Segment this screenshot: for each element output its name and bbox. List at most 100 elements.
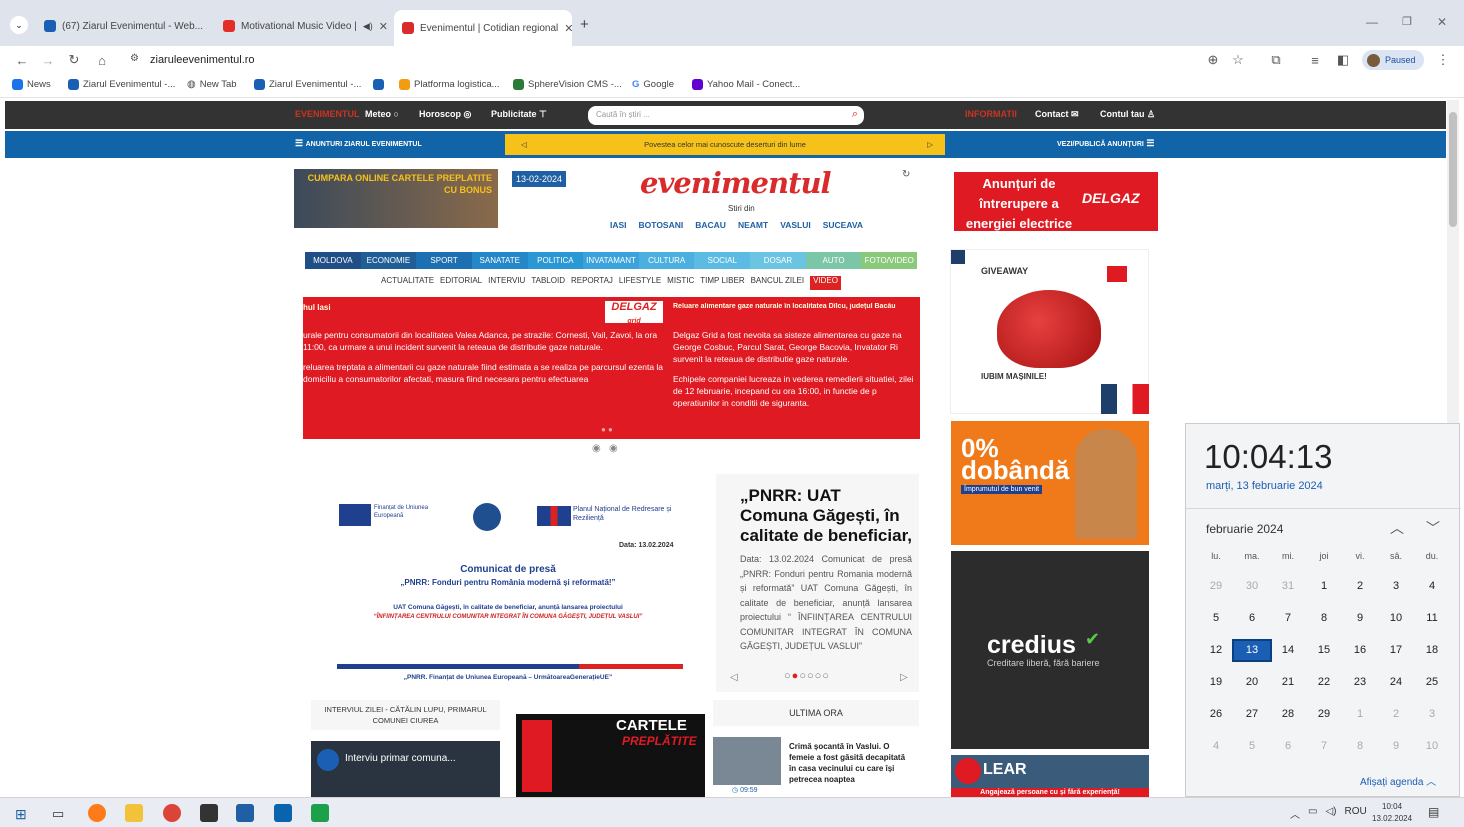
latest-news-item[interactable]: Crimă șocantă în Vaslui. O femeie a fost…	[789, 741, 911, 785]
subnav-bancul-zilei[interactable]: BANCUL ZILEI	[751, 276, 805, 290]
calendar-day-today[interactable]: 13	[1232, 639, 1272, 662]
horoscop-link[interactable]: Horoscop ◎	[419, 109, 471, 120]
close-icon[interactable]: ✕	[564, 22, 572, 35]
subnav-interviu[interactable]: INTERVIU	[488, 276, 525, 290]
nav-politica[interactable]: POLITICA	[527, 252, 584, 269]
calendar-day[interactable]: 6	[1234, 609, 1270, 628]
interview-video[interactable]: Interviu primar comuna...	[311, 741, 500, 797]
headline-card[interactable]: „PNRR: UAT Comuna Găgești, în calitate d…	[716, 474, 919, 692]
calendar-day[interactable]: 8	[1306, 609, 1342, 628]
search-icon[interactable]: ⌕	[852, 108, 858, 121]
city-vaslui[interactable]: VASLUI	[780, 220, 811, 230]
calendar-day[interactable]: 2	[1378, 705, 1414, 724]
calendar-day[interactable]: 22	[1306, 673, 1342, 692]
calendar-day[interactable]: 16	[1342, 641, 1378, 660]
announcements-right-link[interactable]: VEZI/PUBLICĂ ANUNȚURI ☰	[1057, 138, 1154, 149]
lear-ad[interactable]: LEAR Angajează persoane cu și fără exper…	[951, 755, 1149, 797]
contact-link[interactable]: Contact ✉	[1035, 109, 1079, 120]
prepaid-cards-banner[interactable]: CUMPARA ONLINE CARTELE PREPLATITE CU BON…	[294, 169, 498, 228]
subnav-video[interactable]: VIDEO	[810, 276, 841, 290]
nav-dosar[interactable]: DOSAR	[750, 252, 806, 269]
calendar-day[interactable]: 20	[1234, 673, 1270, 692]
calendar-day[interactable]: 9	[1378, 737, 1414, 756]
calendar-day[interactable]: 31	[1270, 577, 1306, 596]
nav-economie[interactable]: ECONOMIE	[360, 252, 417, 269]
calendar-day[interactable]: 4	[1198, 737, 1234, 756]
language-indicator[interactable]: ROU	[1344, 806, 1366, 821]
bookmark-platforma[interactable]: Platforma logistica...	[399, 79, 500, 90]
calendar-day[interactable]: 1	[1306, 577, 1342, 596]
media-icon[interactable]: ≡	[1305, 50, 1325, 70]
minimize-button[interactable]: —	[1366, 15, 1378, 29]
calendar-day[interactable]: 27	[1234, 705, 1270, 724]
subnav-reportaj[interactable]: REPORTAJ	[571, 276, 613, 290]
zoom-icon[interactable]: ⊕	[1203, 50, 1223, 70]
headline-next-icon[interactable]: ▷	[900, 672, 908, 683]
calendar-day[interactable]: 1	[1342, 705, 1378, 724]
start-icon[interactable]: ⊞	[15, 806, 27, 823]
subnav-timp-liber[interactable]: TIMP LIBER	[700, 276, 744, 290]
bookmark-google[interactable]: G Google	[632, 79, 674, 90]
file-explorer-icon[interactable]	[125, 804, 143, 822]
menu-icon[interactable]: ⋮	[1433, 50, 1453, 70]
slider-controls[interactable]: ◉ ◉	[592, 443, 618, 454]
city-suceava[interactable]: SUCEAVA	[823, 220, 863, 230]
calendar-month-label[interactable]: februarie 2024	[1206, 522, 1283, 536]
network-icon[interactable]: ▭	[1308, 806, 1317, 821]
extensions-icon[interactable]: ⧉	[1266, 50, 1286, 70]
calendar-day[interactable]: 30	[1234, 577, 1270, 596]
save-icon[interactable]	[236, 804, 254, 822]
tab-evenimentul-active[interactable]: Evenimentul | Cotidian regional ✕	[394, 10, 572, 46]
nav-auto[interactable]: AUTO	[805, 252, 862, 269]
headline-dots[interactable]: ○●○○○○	[784, 670, 830, 682]
subnav-mistic[interactable]: MISTIC	[667, 276, 694, 290]
calendar-day[interactable]: 6	[1270, 737, 1306, 756]
tab-music-video[interactable]: Motivational Music Video | ◀) ✕	[215, 12, 390, 40]
store-icon[interactable]	[200, 804, 218, 822]
tab-evenimentul-web[interactable]: (67) Ziarul Evenimentul - Web... ✕	[36, 12, 210, 40]
calendar-day[interactable]: 7	[1306, 737, 1342, 756]
interview-label[interactable]: INTERVIUL ZILEI - CĂTĂLIN LUPU, PRIMARUL…	[311, 700, 500, 730]
clock-date-link[interactable]: marți, 13 februarie 2024	[1206, 480, 1323, 492]
credius-ad[interactable]: credius ✔ Creditare liberă, fără bariere	[951, 551, 1149, 749]
bookmark-spherevision[interactable]: SphereVision CMS -...	[513, 79, 622, 90]
profile-button[interactable]: Paused	[1362, 50, 1424, 70]
meteo-link[interactable]: Meteo ○	[365, 109, 399, 119]
headline-title[interactable]: „PNRR: UAT Comuna Găgești, în calitate d…	[740, 486, 912, 546]
subnav-actualitate[interactable]: ACTUALITATE	[381, 276, 434, 290]
nav-sanatate[interactable]: SANATATE	[471, 252, 528, 269]
announcements-left-link[interactable]: ☰ ANUNTURI ZIARUL EVENIMENTUL	[295, 138, 422, 149]
calendar-day[interactable]: 3	[1378, 577, 1414, 596]
calendar-day[interactable]: 12	[1198, 641, 1234, 660]
notifications-icon[interactable]: ▤	[1428, 805, 1439, 819]
excel-icon[interactable]	[311, 804, 329, 822]
chrome-icon[interactable]	[163, 804, 181, 822]
bookmark-new-tab[interactable]: ◍ New Tab	[187, 79, 237, 90]
close-window-button[interactable]: ✕	[1437, 15, 1447, 29]
calendar-day[interactable]: 26	[1198, 705, 1234, 724]
nav-sport[interactable]: SPORT	[416, 252, 472, 269]
giveaway-ad[interactable]: GIVEAWAY IUBIM MAȘINILE!	[950, 249, 1149, 414]
latest-news-thumb[interactable]	[713, 737, 781, 785]
calendar-day[interactable]: 9	[1342, 609, 1378, 628]
forward-icon[interactable]: →	[38, 50, 58, 70]
subnav-lifestyle[interactable]: LIFESTYLE	[619, 276, 661, 290]
calendar-day[interactable]: 25	[1414, 673, 1450, 692]
site-logo[interactable]: evenimentul	[640, 166, 832, 204]
calendar-day[interactable]: 15	[1306, 641, 1342, 660]
city-botosani[interactable]: BOTOSANI	[639, 220, 684, 230]
tray-chevron-icon[interactable]: ︿	[1290, 806, 1300, 821]
back-icon[interactable]: ←	[12, 50, 32, 70]
subnav-tabloid[interactable]: TABLOID	[531, 276, 565, 290]
calendar-day[interactable]: 10	[1378, 609, 1414, 628]
nav-foto-video[interactable]: FOTO/VIDEO	[861, 252, 918, 269]
calendar-day[interactable]: 8	[1342, 737, 1378, 756]
calendar-day[interactable]: 28	[1270, 705, 1306, 724]
mail-app-icon[interactable]	[274, 804, 292, 822]
bookmark-evenimentul-2[interactable]: Ziarul Evenimentul -...	[254, 79, 361, 90]
task-view-icon[interactable]: ▭	[52, 806, 64, 822]
calendar-day[interactable]: 10	[1414, 737, 1450, 756]
firefox-icon[interactable]	[88, 804, 106, 822]
bookmark-yahoo[interactable]: Yahoo Mail - Conect...	[692, 79, 800, 90]
news-ticker[interactable]: ◁ Povestea celor mai cunoscute deserturi…	[505, 134, 945, 155]
